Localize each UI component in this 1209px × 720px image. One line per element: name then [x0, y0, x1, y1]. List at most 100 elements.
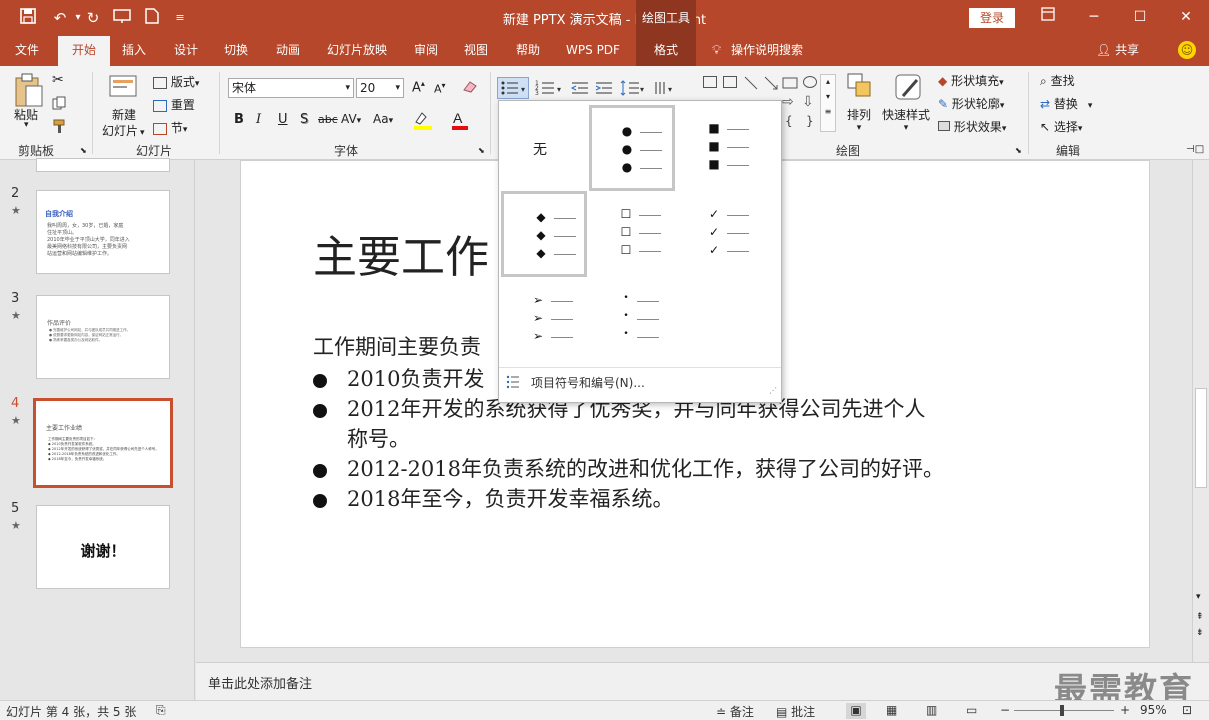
slide-sorter-view-icon[interactable]: ▦ [886, 703, 897, 717]
notes-pane[interactable]: 单击此处添加备注 最需教育 [196, 662, 1209, 709]
scrollbar-thumb[interactable] [1195, 388, 1207, 488]
slide-thumbnail-1-partial[interactable] [36, 158, 170, 172]
bullet-option-arrow[interactable]: ➢ ➢ ➢ [503, 277, 589, 363]
underline-button[interactable]: U [278, 112, 288, 127]
cut-icon[interactable]: ✂ [52, 72, 64, 88]
select-button[interactable]: ↖ 选择▾ [1040, 118, 1082, 135]
shape-outline-button[interactable]: ✎ 形状轮廓▾ [938, 95, 1004, 112]
arrange-icon[interactable] [846, 72, 874, 105]
quick-styles-button[interactable]: 快速样式 ▾ [882, 106, 930, 133]
bullet-option-small-dot[interactable]: • • • [591, 277, 677, 363]
resize-grip-icon[interactable]: ⋰ [769, 386, 777, 395]
bullet-option-none[interactable]: 无 [503, 105, 589, 191]
increase-font-size-icon[interactable]: A▴ [412, 79, 425, 95]
bullet-item[interactable]: 2018年至今，负责开发幸福系统。 [313, 483, 673, 513]
tab-slideshow[interactable]: 幻灯片放映 [318, 36, 396, 66]
clipboard-launcher-icon[interactable]: ⬊ [80, 146, 87, 155]
tab-insert[interactable]: 插入 [112, 36, 156, 66]
font-name-box[interactable]: 宋体 ▾ [228, 78, 354, 98]
scroll-down-icon[interactable]: ▾ [1196, 592, 1201, 602]
paste-dropdown-icon[interactable]: ▾ [24, 120, 29, 130]
login-button[interactable]: 登录 [969, 8, 1015, 28]
zoom-slider-handle[interactable] [1060, 705, 1064, 716]
section-button[interactable]: 节▾ [153, 119, 187, 136]
slide-thumbnail-selected[interactable]: 主要工作业绩 工作期间主要负责的项目如下： ◆ 2010负责开发某软件系统。 ◆… [33, 398, 173, 488]
slide-thumbnail[interactable]: 自我介绍 我叫周周，女，30岁，已婚，家庭 住址平顶山。 2010年毕业于平顶山… [36, 190, 170, 274]
tab-home[interactable]: 开始 [58, 36, 110, 66]
tab-wps-pdf[interactable]: WPS PDF [558, 36, 628, 66]
character-spacing-button[interactable]: AV▾ [341, 112, 361, 126]
copy-icon[interactable] [52, 96, 68, 113]
numbering-button[interactable]: 1 2 3 ▾ [534, 78, 564, 101]
new-slide-button[interactable]: 幻灯片 ▾ [102, 122, 145, 139]
font-launcher-icon[interactable]: ⬊ [478, 146, 485, 155]
bullet-continuation[interactable]: 称号。 [347, 423, 410, 453]
highlight-color-button[interactable] [412, 110, 436, 134]
close-button[interactable]: ✕ [1174, 6, 1198, 28]
slideshow-view-icon[interactable]: ▭ [966, 703, 977, 717]
layout-button[interactable]: 版式▾ [153, 73, 199, 90]
tab-view[interactable]: 视图 [454, 36, 498, 66]
shape-brace-right-icon[interactable]: } [806, 114, 814, 128]
zoom-slider-track[interactable] [1014, 710, 1114, 711]
strikethrough-button[interactable]: abc [318, 113, 338, 126]
reset-button[interactable]: 重置 [153, 96, 195, 113]
reading-view-icon[interactable]: ▥ [926, 703, 937, 717]
drawing-launcher-icon[interactable]: ⬊ [1015, 146, 1022, 155]
line-shapes-icon[interactable] [743, 75, 803, 91]
tell-me-search[interactable]: 💡︎ 操作说明搜索 [712, 36, 803, 66]
bullet-option-diamond[interactable]: ◆ ◆ ◆ [501, 191, 587, 277]
shape-vertical-textbox-icon[interactable] [723, 76, 737, 88]
text-shadow-button[interactable]: S [300, 112, 308, 127]
shape-arrow-down-icon[interactable]: ⇩ [802, 94, 814, 110]
increase-indent-icon[interactable] [594, 78, 614, 101]
slide-thumbnail[interactable]: 谢谢！ [36, 505, 170, 589]
next-slide-icon[interactable]: ⇟ [1196, 628, 1204, 638]
clear-formatting-icon[interactable] [462, 80, 478, 98]
shape-oval-icon[interactable] [803, 76, 817, 88]
shapes-gallery-scroll[interactable]: ▴ ▾ ≡ [820, 74, 836, 132]
zoom-in-icon[interactable]: + [1120, 703, 1130, 717]
pin-ribbon-icon[interactable]: ⊣□ [1186, 144, 1204, 155]
decrease-indent-icon[interactable] [570, 78, 590, 101]
bullet-item[interactable]: 2012-2018年负责系统的改进和优化工作，获得了公司的好评。 [313, 453, 944, 483]
spell-check-icon[interactable]: ⎘ [156, 703, 166, 718]
tab-help[interactable]: 帮助 [506, 36, 550, 66]
bullet-option-filled-round[interactable]: ● ● ● [589, 105, 675, 191]
tab-file[interactable]: 文件 [4, 36, 50, 66]
replace-button[interactable]: ⇄ 替换 ▾ [1040, 95, 1092, 112]
change-case-button[interactable]: Aa▾ [373, 112, 393, 126]
text-direction-icon[interactable]: ▾ [652, 78, 676, 101]
shape-effects-button[interactable]: 形状效果▾ [938, 118, 1006, 135]
quick-styles-icon[interactable] [893, 72, 925, 107]
arrange-button[interactable]: 排列 ▾ [847, 106, 871, 133]
previous-slide-icon[interactable]: ⇞ [1196, 612, 1204, 622]
notes-placeholder[interactable]: 单击此处添加备注 [208, 673, 312, 692]
bullet-option-hollow-square[interactable]: ☐ ☐ ☐ [591, 191, 677, 277]
slide-thumbnail[interactable]: 作品评价 ● 完善维护公司网站，并与团队成员共同推进工作。 ● 依照要求更新网站… [36, 295, 170, 379]
slide-title[interactable]: 主要工作 [313, 221, 489, 285]
ribbon-display-options-icon[interactable] [1036, 6, 1060, 28]
bullets-and-numbering-option[interactable]: 项目符号和编号(N)... ⋰ [499, 367, 781, 395]
zoom-level[interactable]: 95% [1140, 703, 1167, 717]
feedback-smiley-icon[interactable]: ☺ [1178, 41, 1196, 59]
maximize-button[interactable]: ☐ [1128, 6, 1152, 28]
tab-design[interactable]: 设计 [164, 36, 208, 66]
fit-to-window-icon[interactable]: ⊡ [1182, 703, 1192, 717]
shape-textbox-icon[interactable] [703, 76, 717, 88]
tab-animations[interactable]: 动画 [266, 36, 310, 66]
zoom-out-icon[interactable]: − [1000, 703, 1010, 717]
new-slide-icon[interactable] [108, 72, 140, 101]
shape-fill-button[interactable]: ◆ 形状填充▾ [938, 72, 1004, 89]
find-button[interactable]: ⌕ 查找 [1040, 72, 1075, 89]
format-painter-icon[interactable] [52, 118, 68, 137]
bullet-option-filled-square[interactable]: ■ ■ ■ [677, 105, 763, 191]
tab-transitions[interactable]: 切换 [214, 36, 258, 66]
tab-format[interactable]: 格式 [636, 36, 696, 66]
bullets-button[interactable]: ▾ [497, 77, 529, 99]
bullet-item[interactable]: 2010负责开发 [313, 363, 484, 393]
bullet-option-checkmark[interactable]: ✓ ✓ ✓ [677, 191, 763, 277]
font-color-button[interactable]: A [450, 110, 472, 134]
share-button[interactable]: 👤︎ 共享 [1096, 36, 1139, 66]
normal-view-icon[interactable]: ▣ [846, 703, 866, 719]
